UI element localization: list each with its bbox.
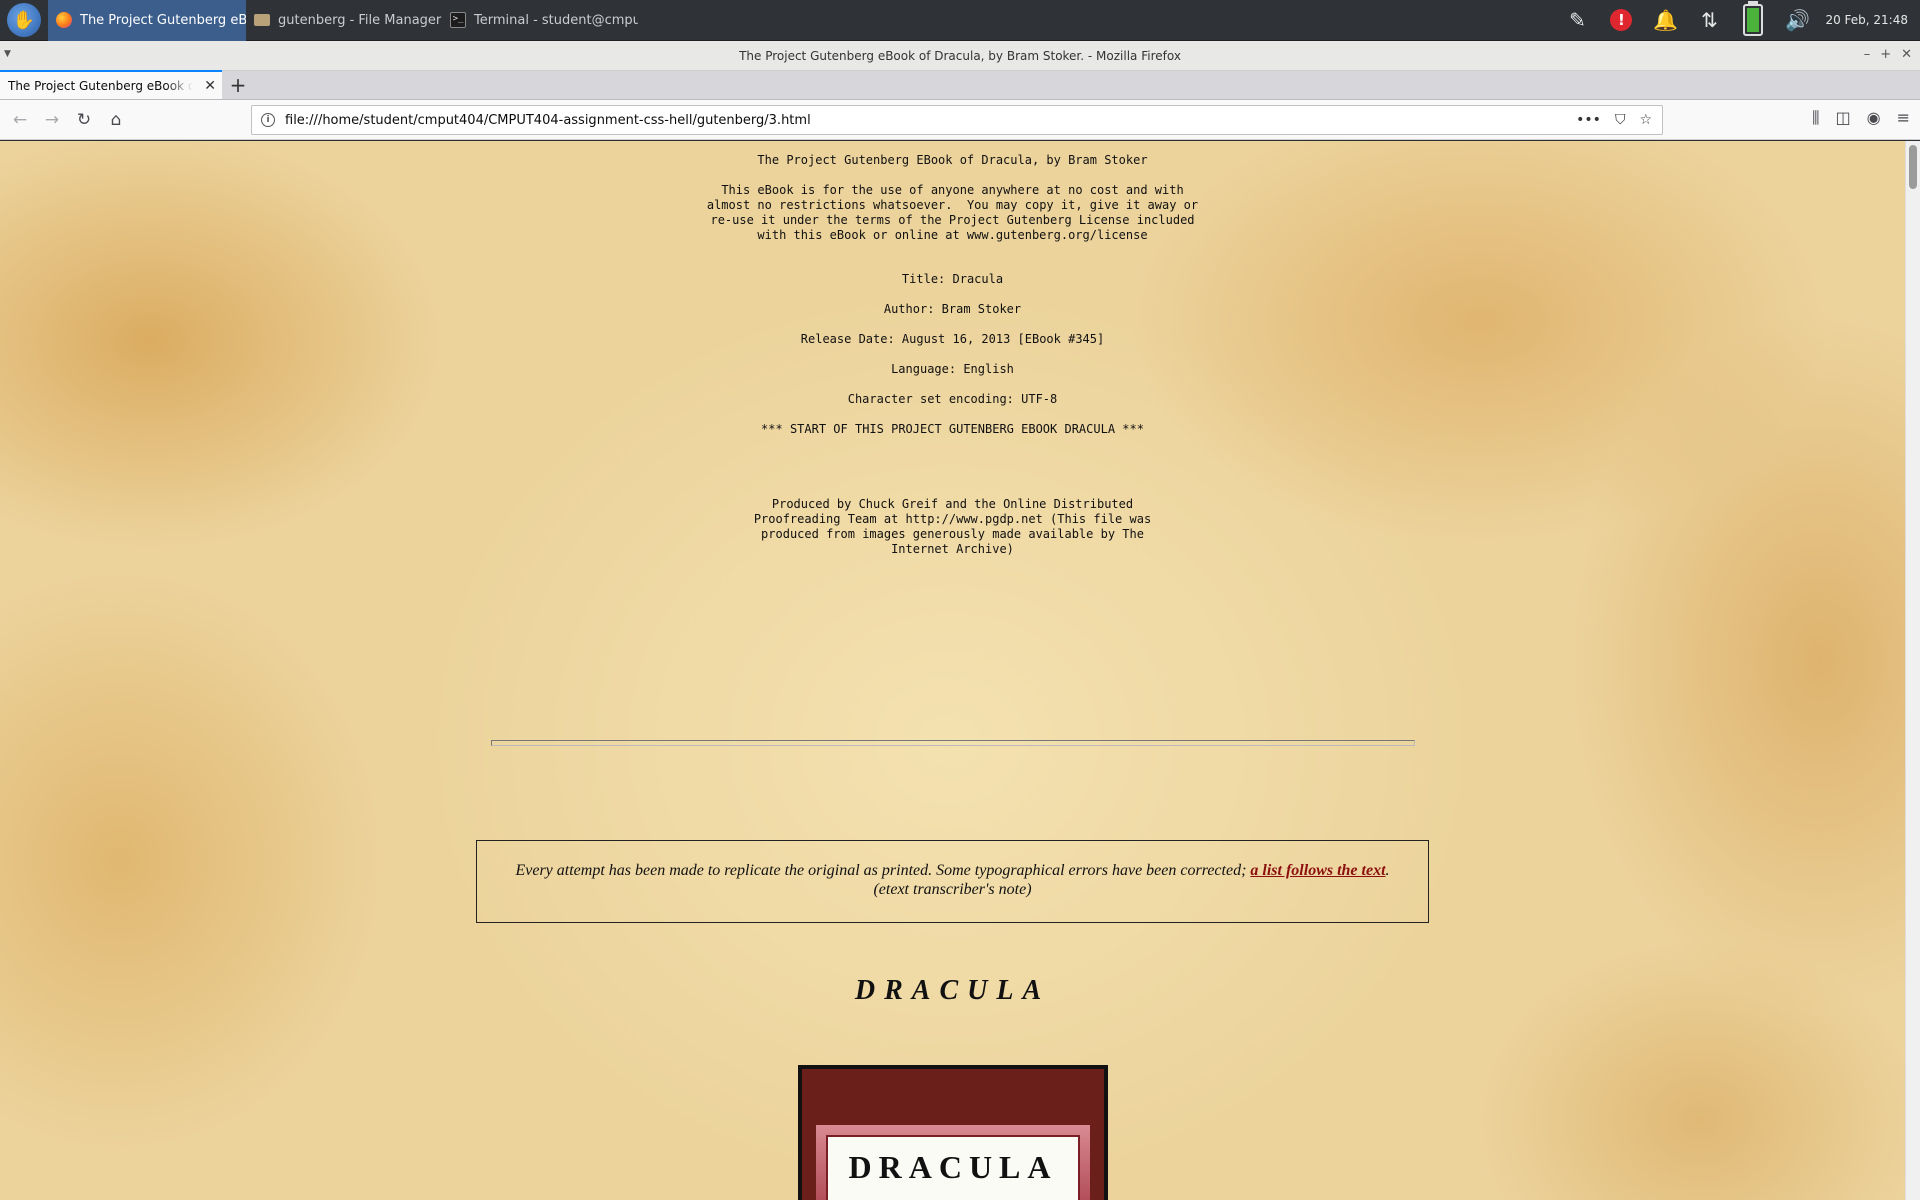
reload-icon: ↻ bbox=[76, 109, 92, 130]
folder-icon bbox=[254, 14, 270, 26]
note-subtitle: (etext transcriber's note) bbox=[873, 881, 1032, 898]
taskbar-item-label: gutenberg - File Manager bbox=[278, 12, 442, 28]
firefox-icon bbox=[56, 12, 72, 28]
battery-icon[interactable] bbox=[1731, 0, 1775, 41]
page-scrollbar[interactable] bbox=[1905, 141, 1920, 1200]
account-icon[interactable]: ◉ bbox=[1867, 108, 1881, 128]
meta-encoding: Character set encoding: UTF-8 bbox=[847, 392, 1058, 406]
close-icon[interactable]: ✕ bbox=[1901, 47, 1912, 62]
taskbar-item-file-manager[interactable]: gutenberg - File Manager bbox=[246, 0, 442, 41]
taskbar-item-terminal[interactable]: >_ Terminal - student@cmput40... bbox=[442, 0, 638, 41]
hamburger-menu-icon[interactable]: ≡ bbox=[1897, 108, 1910, 128]
site-info-icon[interactable]: i bbox=[261, 113, 275, 127]
start-marker: *** START OF THIS PROJECT GUTENBERG EBOO… bbox=[761, 422, 1144, 436]
network-icon[interactable]: ⇅ bbox=[1687, 0, 1731, 41]
meta-language: Language: English bbox=[891, 362, 1014, 376]
home-icon: ⌂ bbox=[110, 109, 122, 130]
maximize-icon[interactable]: + bbox=[1880, 47, 1891, 62]
toolbar-right: ⫼ ◫ ◉ ≡ bbox=[1812, 108, 1910, 128]
tab-close-icon[interactable]: ✕ bbox=[204, 78, 216, 94]
meta-author: Author: Bram Stoker bbox=[883, 302, 1022, 316]
meta-release-date: Release Date: August 16, 2013 [EBook #34… bbox=[800, 332, 1105, 346]
book-cover-image: DRACULA bbox=[798, 1065, 1108, 1200]
url-text[interactable]: file:///home/student/cmput404/CMPUT404-a… bbox=[285, 113, 811, 128]
ebook-license-notice: This eBook is for the use of anyone anyw… bbox=[706, 183, 1199, 242]
cover-frame: DRACULA bbox=[816, 1125, 1090, 1200]
tab-strip: The Project Gutenberg eBook of Dracula, … bbox=[0, 70, 1920, 100]
pocket-icon[interactable]: ⛉ bbox=[1615, 112, 1626, 128]
library-icon[interactable]: ⫼ bbox=[1812, 108, 1819, 128]
forward-arrow-icon: → bbox=[44, 109, 60, 130]
scrollbar-thumb[interactable] bbox=[1909, 145, 1917, 189]
update-alert-icon[interactable]: ! bbox=[1599, 0, 1643, 41]
page-actions-icon[interactable]: ••• bbox=[1576, 112, 1601, 128]
terminal-icon: >_ bbox=[450, 12, 466, 28]
window-title: The Project Gutenberg eBook of Dracula, … bbox=[739, 48, 1181, 63]
forward-button[interactable]: → bbox=[36, 104, 68, 136]
new-tab-button[interactable]: + bbox=[222, 70, 254, 99]
sidebar-icon[interactable]: ◫ bbox=[1836, 108, 1851, 128]
horizontal-rule bbox=[491, 740, 1415, 746]
clock[interactable]: 20 Feb, 21:48 bbox=[1819, 13, 1920, 27]
tab-gutenberg-dracula[interactable]: The Project Gutenberg eBook of Dracula, … bbox=[0, 70, 222, 99]
note-text: Every attempt has been made to replicate… bbox=[515, 862, 1247, 879]
minimize-icon[interactable]: – bbox=[1864, 47, 1871, 62]
bookmark-star-icon[interactable]: ☆ bbox=[1639, 112, 1652, 128]
ebook-header-title: The Project Gutenberg EBook of Dracula, … bbox=[757, 153, 1148, 167]
back-arrow-icon: ← bbox=[12, 109, 28, 130]
reload-button[interactable]: ↻ bbox=[68, 104, 100, 136]
navigation-toolbar: ← → ↻ ⌂ i file:///home/student/cmput404/… bbox=[0, 100, 1920, 140]
window-controls: – + ✕ bbox=[1864, 47, 1912, 62]
notification-bell-icon[interactable]: 🔔 bbox=[1643, 0, 1687, 41]
xfce-mouse-icon: ✋ bbox=[7, 3, 41, 37]
produced-by: Produced by Chuck Greif and the Online D… bbox=[753, 497, 1152, 556]
taskbar-item-label: The Project Gutenberg eBoo... bbox=[80, 12, 246, 28]
note-period: . bbox=[1385, 862, 1390, 879]
desktop-taskbar: ✋ The Project Gutenberg eBoo... gutenber… bbox=[0, 0, 1920, 41]
app-menu-button[interactable]: ✋ bbox=[0, 0, 48, 41]
errata-link[interactable]: a list follows the text bbox=[1250, 862, 1385, 879]
cover-title: DRACULA bbox=[826, 1135, 1080, 1200]
window-titlebar[interactable]: ▼ The Project Gutenberg eBook of Dracula… bbox=[0, 41, 1920, 71]
url-bar[interactable]: i file:///home/student/cmput404/CMPUT404… bbox=[251, 105, 1663, 135]
book-heading: DRACULA bbox=[854, 975, 1051, 1006]
tab-label: The Project Gutenberg eBook of Dracula, … bbox=[8, 78, 193, 93]
back-button[interactable]: ← bbox=[4, 104, 36, 136]
window-menu-icon[interactable]: ▼ bbox=[4, 49, 11, 59]
volume-icon[interactable]: 🔊 bbox=[1775, 0, 1819, 41]
system-tray: ✎ ! 🔔 ⇅ 🔊 20 Feb, 21:48 bbox=[1555, 0, 1920, 41]
taskbar-item-firefox[interactable]: The Project Gutenberg eBoo... bbox=[48, 0, 246, 41]
home-button[interactable]: ⌂ bbox=[100, 104, 132, 136]
transcriber-note: Every attempt has been made to replicate… bbox=[476, 840, 1429, 923]
taskbar-item-label: Terminal - student@cmput40... bbox=[474, 12, 638, 28]
notes-icon[interactable]: ✎ bbox=[1555, 0, 1599, 41]
meta-title: Title: Dracula bbox=[901, 272, 1004, 286]
page-content: The Project Gutenberg EBook of Dracula, … bbox=[0, 141, 1905, 1200]
